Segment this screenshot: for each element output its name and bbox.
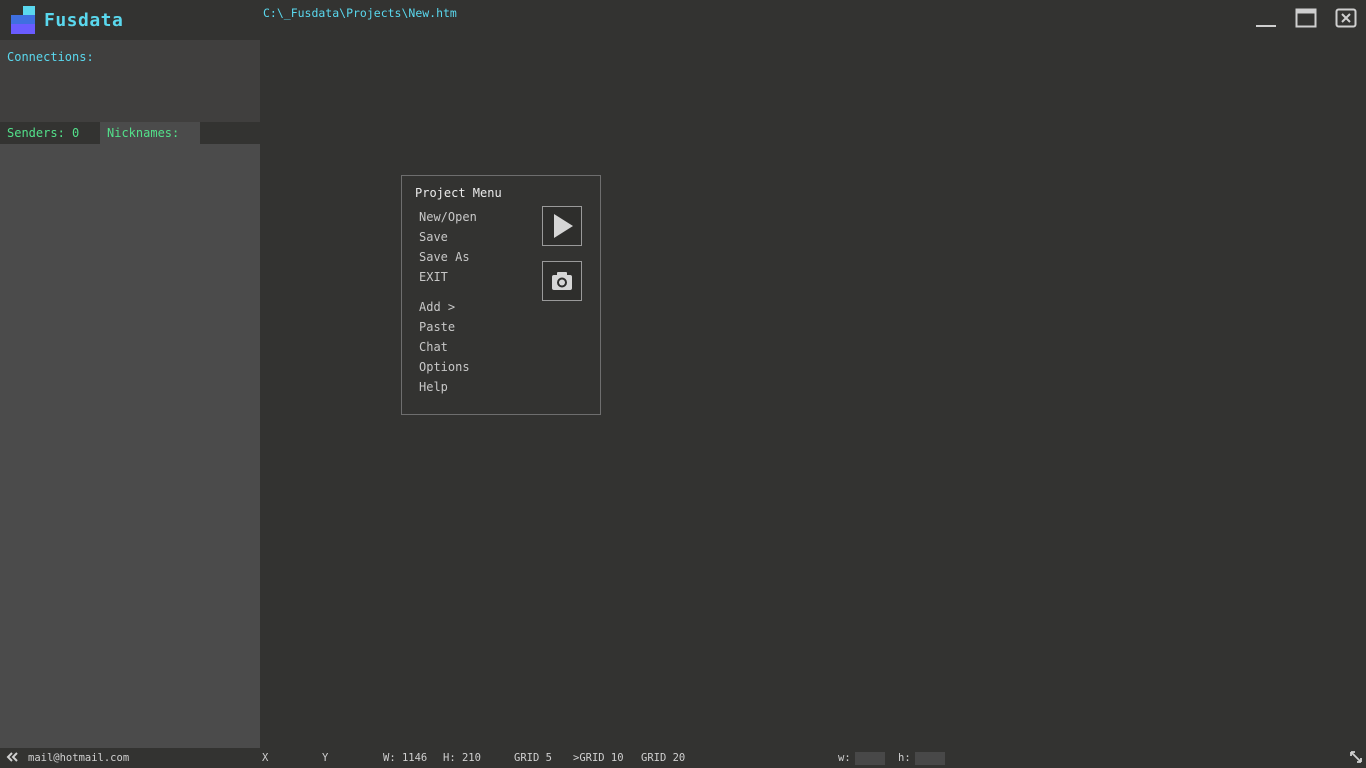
resize-diagonal-icon [1350,751,1362,763]
h-input[interactable] [915,752,945,765]
file-path: C:\_Fusdata\Projects\New.htm [263,6,457,20]
grid-20-option[interactable]: GRID 20 [641,752,685,764]
resize-handle[interactable] [1350,751,1362,766]
w-input[interactable] [855,752,885,765]
tab-senders[interactable]: Senders: 0 [0,122,100,144]
grid-5-option[interactable]: GRID 5 [514,752,552,764]
camera-icon [552,272,572,290]
h-label: h: [898,752,911,764]
sidebar: Connections: Senders: 0 Nicknames: [0,40,260,748]
project-menu: Project Menu New/Open Save Save As EXIT … [401,175,601,415]
status-bar: mail@hotmail.com X Y W: 1146 H: 210 GRID… [0,748,1366,768]
tab-nicknames[interactable]: Nicknames: [100,122,200,144]
menu-item-exit[interactable]: EXIT [419,270,448,284]
project-menu-title: Project Menu [415,186,502,200]
run-button[interactable] [542,206,582,246]
connections-label: Connections: [7,50,94,64]
double-chevron-left-icon [6,752,18,762]
menu-item-new-open[interactable]: New/Open [419,210,477,224]
w-label: w: [838,752,851,764]
app-logo [11,6,35,34]
connections-panel: Connections: [0,40,260,122]
app-title: Fusdata [44,10,124,31]
menu-item-paste[interactable]: Paste [419,320,455,334]
menu-item-options[interactable]: Options [419,360,470,374]
user-email: mail@hotmail.com [28,752,130,764]
maximize-icon [1295,8,1317,28]
close-icon [1335,8,1357,28]
canvas-width: W: 1146 [383,752,428,764]
close-button[interactable] [1335,8,1357,30]
minimize-icon [1256,25,1276,27]
play-icon [554,214,573,238]
fusdata-logo-icon [11,6,35,34]
menu-item-chat[interactable]: Chat [419,340,448,354]
menu-item-add[interactable]: Add > [419,300,455,314]
menu-item-save-as[interactable]: Save As [419,250,470,264]
maximize-button[interactable] [1295,8,1317,30]
collapse-sidebar-button[interactable] [6,751,18,766]
screenshot-button[interactable] [542,261,582,301]
grid-10-option[interactable]: >GRID 10 [573,752,624,764]
canvas-height: H: 210 [443,752,481,764]
x-coordinate-label: X [262,752,269,764]
y-coordinate-label: Y [322,752,329,764]
sidebar-tabs: Senders: 0 Nicknames: [0,122,260,144]
menu-item-help[interactable]: Help [419,380,448,394]
menu-item-save[interactable]: Save [419,230,448,244]
minimize-button[interactable] [1255,8,1277,30]
